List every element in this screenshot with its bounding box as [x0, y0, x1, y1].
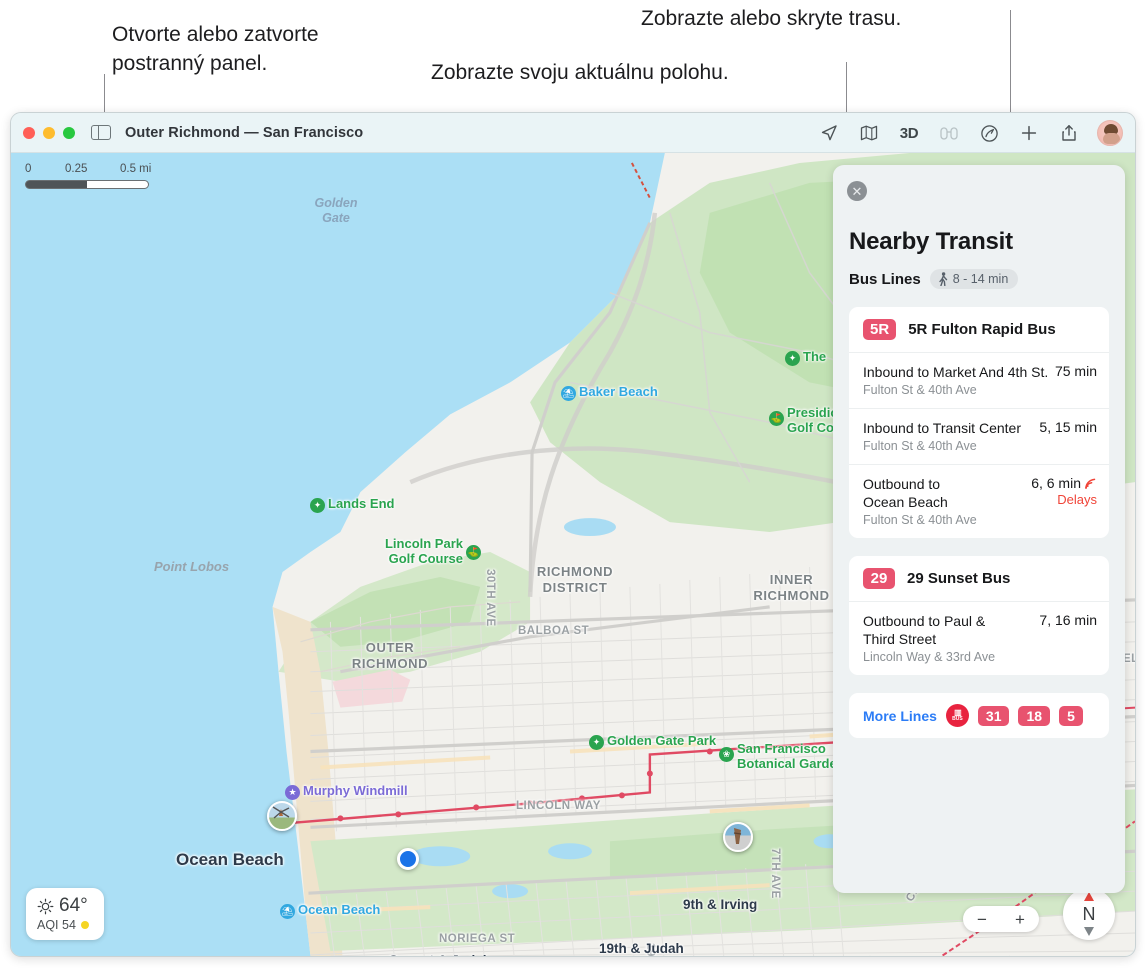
the-presidio-pin[interactable]: ✦: [785, 351, 800, 366]
walk-time-text: 8 - 14 min: [952, 272, 1009, 286]
callout-location-text: Zobrazte svoju aktuálnu polohu.: [431, 61, 729, 84]
zoom-out-button[interactable]: −: [977, 911, 987, 928]
ocean-beach-pin[interactable]: ⛱: [280, 904, 295, 919]
page-title: Outer Richmond — San Francisco: [125, 124, 364, 141]
departure-stop: Lincoln Way & 33rd Ave: [863, 650, 996, 664]
more-line-badge[interactable]: 18: [1018, 705, 1051, 726]
departure-time: 5, 15 min: [1039, 419, 1097, 435]
scale-tick-2: 0.5 mi: [120, 163, 152, 175]
walk-time-badge: 8 - 14 min: [929, 269, 1019, 289]
weather-widget[interactable]: 64° AQI 54: [26, 888, 104, 940]
close-window-button[interactable]: [23, 126, 35, 139]
more-lines-link[interactable]: More Lines: [863, 708, 937, 724]
maps-window: Outer Richmond — San Francisco 3D 0 0.25…: [10, 112, 1136, 957]
callout-location-leader: [846, 62, 847, 114]
departure-time: 7, 16 min: [1039, 612, 1097, 628]
weather-temp: 64°: [59, 895, 88, 916]
departure-row[interactable]: Inbound to Transit Center 5, 15 min Fult…: [849, 408, 1109, 464]
departure-row[interactable]: Outbound to Paul & Third Street 7, 16 mi…: [849, 601, 1109, 675]
binoculars-icon[interactable]: [937, 121, 961, 145]
zoom-window-button[interactable]: [63, 126, 75, 139]
windmill-photo-marker[interactable]: [267, 801, 297, 831]
callout-sidebar-text: Otvorte alebo zatvorte postranný panel.: [112, 23, 319, 75]
sun-icon: [37, 898, 54, 914]
sidebar-icon[interactable]: [91, 124, 111, 141]
more-line-badge[interactable]: 5: [1059, 705, 1083, 726]
line-badge: 29: [863, 568, 895, 589]
departure-destination: Inbound to Market And 4th St.: [863, 364, 1049, 380]
murphy-windmill-pin[interactable]: ★: [285, 785, 300, 800]
departure-stop: Fulton St & 40th Ave: [863, 383, 977, 397]
callout-route-leader: [1010, 10, 1011, 114]
scale-tick-0: 0: [25, 163, 32, 175]
scale-tick-1: 0.25: [65, 163, 88, 175]
line-name: 5R Fulton Rapid Bus: [908, 321, 1056, 338]
map-compass[interactable]: N: [1063, 888, 1115, 940]
departure-time-wrap: 6, 6 min: [1031, 475, 1097, 491]
weather-temp-row: 64°: [37, 895, 91, 917]
panel-title: Nearby Transit: [849, 228, 1013, 255]
bus-lines-label: Bus Lines: [849, 270, 921, 288]
tower-photo-marker[interactable]: [723, 822, 753, 852]
callout-sidebar-leader: [104, 74, 105, 114]
departure-stop: Fulton St & 40th Ave: [863, 439, 977, 453]
three-d-button[interactable]: 3D: [897, 121, 921, 145]
transit-line-card[interactable]: 29 29 Sunset Bus Outbound to Paul & Thir…: [849, 556, 1109, 675]
departure-stop: Fulton St & 40th Ave: [863, 513, 977, 527]
close-icon[interactable]: ✕: [847, 181, 867, 201]
weather-aqi: AQI 54: [37, 918, 76, 932]
plus-icon[interactable]: [1017, 121, 1041, 145]
nearby-transit-panel: ✕ Nearby Transit Bus Lines 8 - 14 min 5R…: [833, 165, 1125, 893]
lincoln-park-golf-pin[interactable]: ⛳: [466, 545, 481, 560]
departure-time: 75 min: [1054, 363, 1097, 379]
departure-time: 6, 6 min: [1031, 475, 1081, 491]
share-icon[interactable]: [1057, 121, 1081, 145]
departure-delay: Delays: [1057, 492, 1097, 507]
route-compass-icon[interactable]: [977, 121, 1001, 145]
line-badge: 5R: [863, 319, 897, 340]
weather-aqi-row: AQI 54: [37, 918, 91, 932]
compass-south-needle: [1084, 927, 1094, 936]
transit-line-header[interactable]: 29 29 Sunset Bus: [849, 556, 1109, 601]
presidio-golf-pin[interactable]: ⛳: [769, 411, 784, 426]
compass-north-label: N: [1082, 903, 1096, 924]
callout-route-text: Zobrazte alebo skryte trasu.: [641, 7, 902, 30]
zoom-in-button[interactable]: +: [1015, 911, 1025, 928]
golden-gate-park-pin[interactable]: ✦: [589, 735, 604, 750]
transit-line-card[interactable]: 5R 5R Fulton Rapid Bus Inbound to Market…: [849, 307, 1109, 538]
traffic-lights: [23, 126, 75, 139]
departure-destination: Outbound to Paul & Third Street: [863, 613, 986, 647]
map-zoom-controls[interactable]: − +: [963, 906, 1039, 932]
baker-beach-pin[interactable]: ⛱: [561, 386, 576, 401]
location-arrow-icon[interactable]: [817, 121, 841, 145]
botanical-garden-pin[interactable]: ❀: [719, 747, 734, 762]
bus-icon[interactable]: ▥ BUS: [945, 704, 969, 727]
more-line-badge[interactable]: 31: [977, 705, 1010, 726]
minimize-window-button[interactable]: [43, 126, 55, 139]
departure-destination: Outbound to Ocean Beach: [863, 476, 948, 510]
panel-subtitle-row: Bus Lines 8 - 14 min: [849, 269, 1125, 289]
compass-north-needle: [1084, 892, 1094, 901]
lands-end-pin[interactable]: ✦: [310, 498, 325, 513]
map-fold-icon[interactable]: [857, 121, 881, 145]
departure-row[interactable]: Inbound to Market And 4th St. 75 min Ful…: [849, 352, 1109, 408]
aqi-color-dot: [80, 921, 89, 929]
transit-line-header[interactable]: 5R 5R Fulton Rapid Bus: [849, 307, 1109, 352]
scale-bar-graphic: [25, 180, 149, 189]
departure-row[interactable]: Outbound to Ocean Beach 6, 6 min Delays …: [849, 464, 1109, 538]
walking-icon: [938, 272, 947, 286]
line-name: 29 Sunset Bus: [907, 570, 1011, 587]
window-toolbar: 3D: [817, 113, 1123, 153]
current-location-dot[interactable]: [397, 848, 419, 870]
window-titlebar: Outer Richmond — San Francisco 3D: [11, 113, 1135, 153]
live-signal-icon: [1085, 478, 1096, 489]
avatar[interactable]: [1097, 120, 1123, 146]
more-lines-card[interactable]: More Lines ▥ BUS 31 18 5: [849, 693, 1109, 738]
map-scale-bar: 0 0.25 0.5 mi: [25, 163, 165, 189]
departure-destination: Inbound to Transit Center: [863, 420, 1021, 436]
map-canvas[interactable]: 0 0.25 0.5 mi Golden Gate Point Lobos ✦ …: [11, 153, 1135, 956]
